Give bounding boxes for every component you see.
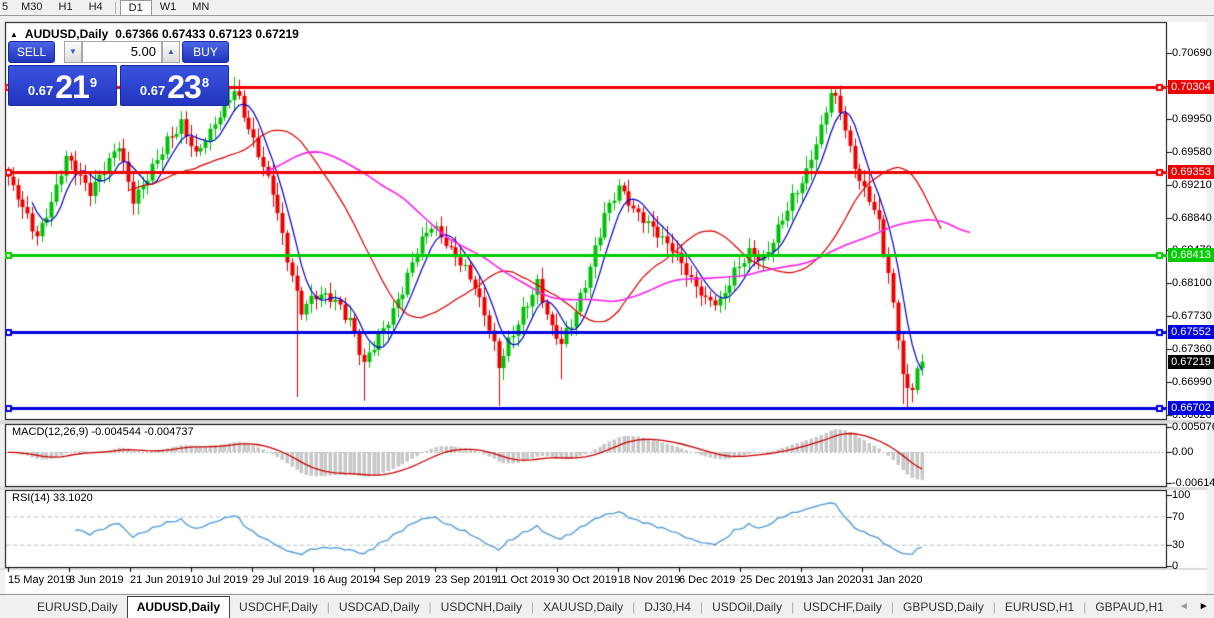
indicator-scale-label: 0 [1172,560,1179,572]
sell-price-prefix: 0.67 [27,83,54,98]
tab-scroll-left-icon[interactable]: ◄ [1179,601,1189,612]
macd-values: -0.004544 -0.004737 [91,426,194,438]
chart-tab-usdchf-daily[interactable]: USDCHF,Daily [794,597,891,618]
date-tick-label: 6 Dec 2019 [679,574,736,586]
volume-input[interactable]: 5.00 [82,41,162,63]
price-tick-label: 0.66990 [1172,376,1212,388]
indicator-scale-label: 100 [1172,489,1191,501]
sell-price-pip: 9 [89,75,98,90]
buy-quote-box[interactable]: 0.67 23 8 [120,65,229,106]
hline-price-flag: 0.69353 [1168,164,1214,179]
chart-ohlc-values: 0.67366 0.67433 0.67123 0.67219 [115,27,299,41]
hline-price-flag: 0.66702 [1168,400,1214,415]
mt4-window: 5M30H1H4D1W1MN ▲ AUDUSD,Daily 0.67366 0.… [0,0,1214,618]
date-tick-label: 3 Jun 2019 [69,574,124,586]
chart-tab-usdcnh-daily[interactable]: USDCNH,Daily [432,597,531,618]
window-right-edge [1207,22,1214,593]
chart-tab-bar: EURUSD,Daily AUDUSD,Daily USDCHF,Daily | USD… [0,594,1214,618]
date-tick-label: 10 Jul 2019 [191,574,248,586]
chart-symbol-label: AUDUSD,Daily [24,27,109,41]
tab-scroll-right-icon[interactable]: ► [1199,601,1209,612]
rsi-label: RSI(14) 33.1020 [12,492,93,504]
date-tick-label: 15 May 2019 [8,574,72,586]
indicator-scale-label: 30 [1172,539,1185,551]
chart-tab-usdchf-daily[interactable]: USDCHF,Daily [230,597,327,618]
sell-price-main: 21 [55,69,90,105]
price-tick-label: 0.68840 [1172,211,1212,224]
chart-tab-eurusd-h1[interactable]: EURUSD,H1 [996,597,1083,618]
chart-tab-gbpaud-h1[interactable]: GBPAUD,H1 [1086,597,1172,618]
rsi-value: 33.1020 [52,492,93,504]
chart-tab-audusd-daily[interactable]: AUDUSD,Daily [126,596,231,618]
indicator-scale-label: 0.005076 [1172,421,1214,433]
buy-price-pip: 8 [201,75,210,90]
hline-price-flag: 0.68413 [1168,248,1214,263]
chart-tab-xauusd-daily[interactable]: XAUUSD,Daily [534,597,632,618]
date-tick-label: 13 Jan 2020 [801,574,862,586]
price-tick-label: 0.68100 [1172,277,1212,290]
date-tick-label: 30 Oct 2019 [557,574,617,586]
volume-increase-button[interactable]: ▲ [162,41,180,63]
date-tick-label: 11 Oct 2019 [496,574,556,586]
date-tick-label: 25 Dec 2019 [740,574,803,586]
date-tick-label: 4 Sep 2019 [374,574,431,586]
date-tick-label: 31 Jan 2020 [862,574,923,586]
chart-tab-gbpusd-daily[interactable]: GBPUSD,Daily [894,597,993,618]
indicator-scale-label: -0.006148 [1172,477,1214,489]
price-tick-label: 0.67360 [1172,343,1212,356]
sell-button[interactable]: SELL [8,41,55,63]
macd-label: MACD(12,26,9) -0.004544 -0.004737 [12,426,194,438]
price-tick-label: 0.69580 [1172,145,1212,158]
buy-price-prefix: 0.67 [139,83,166,98]
chart-tab-dj30-h4[interactable]: DJ30,H4 [635,597,700,618]
sell-quote-box[interactable]: 0.67 21 9 [8,65,117,106]
date-tick-label: 23 Sep 2019 [435,574,498,586]
current-price-flag: 0.67219 [1168,354,1214,369]
collapse-quote-icon[interactable]: ▲ [10,30,18,39]
volume-decrease-button[interactable]: ▼ [64,41,82,63]
price-tick-label: 0.69210 [1172,178,1212,191]
hline-price-flag: 0.70304 [1168,80,1214,95]
date-tick-label: 18 Nov 2019 [618,574,681,586]
chart-tab-eurusd-daily[interactable]: EURUSD,Daily [28,597,127,618]
buy-price-main: 23 [167,69,202,105]
indicator-scale-label: 0.00 [1172,446,1194,458]
date-tick-label: 16 Aug 2019 [313,574,375,586]
chart-tab-usdcad-daily[interactable]: USDCAD,Daily [330,597,429,618]
hline-price-flag: 0.67552 [1168,325,1214,340]
price-tick-label: 0.67730 [1172,310,1212,323]
date-tick-label: 29 Jul 2019 [252,574,309,586]
indicator-scale-label: 70 [1172,511,1185,523]
price-tick-label: 0.69950 [1172,112,1212,125]
date-tick-label: 21 Jun 2019 [130,574,191,586]
chart-tab-usdoil-daily[interactable]: USDOil,Daily [703,597,791,618]
buy-button[interactable]: BUY [182,41,229,63]
price-tick-label: 0.70690 [1172,47,1212,59]
chart-title: ▲ AUDUSD,Daily 0.67366 0.67433 0.67123 0… [10,27,299,41]
one-click-trade-panel: SELL ▼ 5.00 ▲ BUY 0.67 21 9 0.67 23 8 [8,41,229,106]
